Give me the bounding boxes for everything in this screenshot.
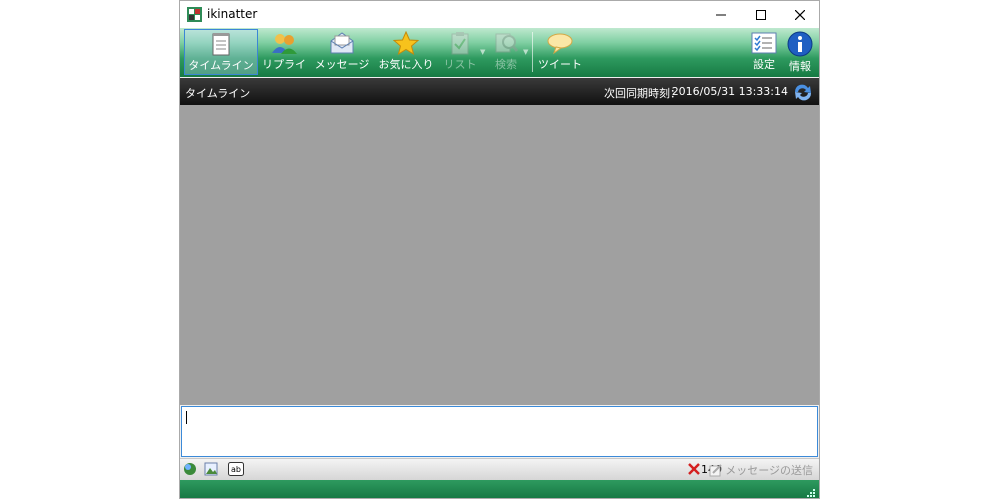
minimize-button[interactable] bbox=[701, 1, 741, 28]
toolbar-separator bbox=[532, 32, 533, 72]
app-window: ikinatter タイムライン リプライ メッセージ お気に入り リスト ▼ … bbox=[179, 0, 820, 499]
reply-label: リプライ bbox=[262, 58, 306, 71]
envelope-icon bbox=[330, 32, 354, 54]
timeline-header: タイムライン 次回同期時刻： 2016/05/31 13:33:14 bbox=[180, 78, 819, 105]
settings-checklist-icon bbox=[751, 32, 777, 54]
svg-text:ab: ab bbox=[231, 465, 241, 474]
resize-grip-icon[interactable] bbox=[806, 488, 816, 498]
info-label: 情報 bbox=[789, 60, 811, 73]
settings-button[interactable]: 設定 bbox=[747, 29, 781, 75]
search-label: 検索 bbox=[495, 58, 517, 71]
users-icon bbox=[272, 34, 297, 54]
search-button[interactable]: 検索 bbox=[486, 29, 526, 75]
status-bar bbox=[180, 480, 819, 498]
clear-icon[interactable] bbox=[687, 462, 701, 476]
maximize-icon bbox=[756, 9, 766, 20]
text-format-icon[interactable]: ab bbox=[228, 462, 244, 476]
list-button[interactable]: リスト bbox=[440, 29, 480, 75]
search-icon bbox=[495, 33, 518, 53]
speech-bubble-icon bbox=[547, 33, 573, 55]
next-sync-label: 次回同期時刻： bbox=[604, 87, 681, 100]
send-pencil-icon bbox=[709, 464, 722, 477]
clipboard-icon bbox=[451, 32, 469, 55]
app-logo-icon bbox=[187, 7, 202, 22]
message-label: メッセージ bbox=[314, 58, 370, 71]
list-dropdown-icon[interactable]: ▼ bbox=[480, 48, 485, 56]
main-toolbar: タイムライン リプライ メッセージ お気に入り リスト ▼ 検索 ▼ ツイート … bbox=[180, 28, 819, 77]
window-title: ikinatter bbox=[207, 7, 258, 21]
title-bar: ikinatter bbox=[180, 1, 819, 28]
tweet-label: ツイート bbox=[538, 58, 582, 71]
message-button[interactable]: メッセージ bbox=[312, 29, 372, 75]
info-icon bbox=[787, 31, 813, 57]
maximize-button[interactable] bbox=[741, 1, 781, 28]
tweet-compose-input[interactable] bbox=[181, 406, 818, 457]
minimize-icon bbox=[716, 14, 726, 15]
notepad-icon bbox=[212, 33, 230, 56]
favorites-label: お気に入り bbox=[378, 58, 434, 71]
image-upload-icon[interactable] bbox=[204, 462, 218, 476]
shorten-url-icon[interactable] bbox=[183, 462, 197, 476]
reply-button[interactable]: リプライ bbox=[260, 29, 308, 75]
page-title: タイムライン bbox=[185, 87, 251, 100]
timeline-content bbox=[180, 105, 819, 405]
star-icon bbox=[393, 31, 419, 55]
close-button[interactable] bbox=[780, 1, 819, 28]
send-message-button[interactable]: メッセージの送信 bbox=[709, 462, 813, 478]
list-label: リスト bbox=[443, 58, 477, 71]
search-dropdown-icon[interactable]: ▼ bbox=[523, 48, 528, 56]
refresh-icon[interactable] bbox=[792, 82, 814, 102]
timeline-label: タイムライン bbox=[188, 59, 254, 72]
favorites-button[interactable]: お気に入り bbox=[376, 29, 436, 75]
compose-footer: ab 140 メッセージの送信 bbox=[180, 458, 819, 480]
close-icon bbox=[795, 9, 805, 20]
tweet-button[interactable]: ツイート bbox=[536, 29, 584, 75]
info-button[interactable]: 情報 bbox=[783, 29, 817, 75]
text-caret bbox=[186, 411, 187, 424]
timeline-button[interactable]: タイムライン bbox=[184, 29, 258, 75]
settings-label: 設定 bbox=[753, 58, 775, 71]
send-message-label: メッセージの送信 bbox=[725, 464, 813, 477]
next-sync-time: 2016/05/31 13:33:14 bbox=[671, 85, 788, 98]
